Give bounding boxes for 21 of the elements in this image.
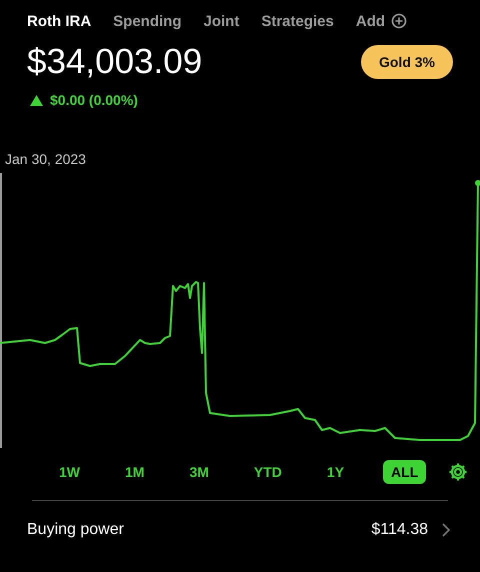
range-button[interactable]: 1Y — [320, 460, 350, 484]
account-tab[interactable]: Roth IRA — [27, 12, 92, 30]
account-balance: $34,003.09 — [27, 42, 202, 82]
plus-circle-icon — [391, 13, 408, 29]
settings-icon[interactable] — [448, 462, 468, 482]
range-button[interactable]: 3M — [183, 460, 215, 484]
row-value: $114.38 — [371, 521, 428, 539]
chart-date: Jan 30, 2023 — [4, 150, 87, 167]
range-button[interactable]: 1W — [53, 460, 86, 484]
daily-change: $0.00 (0.00%) — [50, 92, 138, 108]
row-label: Buying power — [27, 521, 124, 539]
tier-badge[interactable]: Gold 3% — [360, 45, 453, 79]
chevron-right-icon — [442, 523, 450, 537]
range-button[interactable]: 1M — [119, 460, 150, 484]
account-tab[interactable]: Strategies — [261, 12, 334, 30]
range-button[interactable]: YTD — [248, 460, 288, 484]
account-tab[interactable]: Joint — [203, 12, 240, 30]
buying-power-row[interactable]: Buying power $114.38 — [0, 501, 480, 539]
account-tab[interactable]: Add — [356, 12, 408, 30]
account-tab[interactable]: Spending — [113, 12, 182, 30]
range-button[interactable]: ALL — [383, 460, 426, 484]
